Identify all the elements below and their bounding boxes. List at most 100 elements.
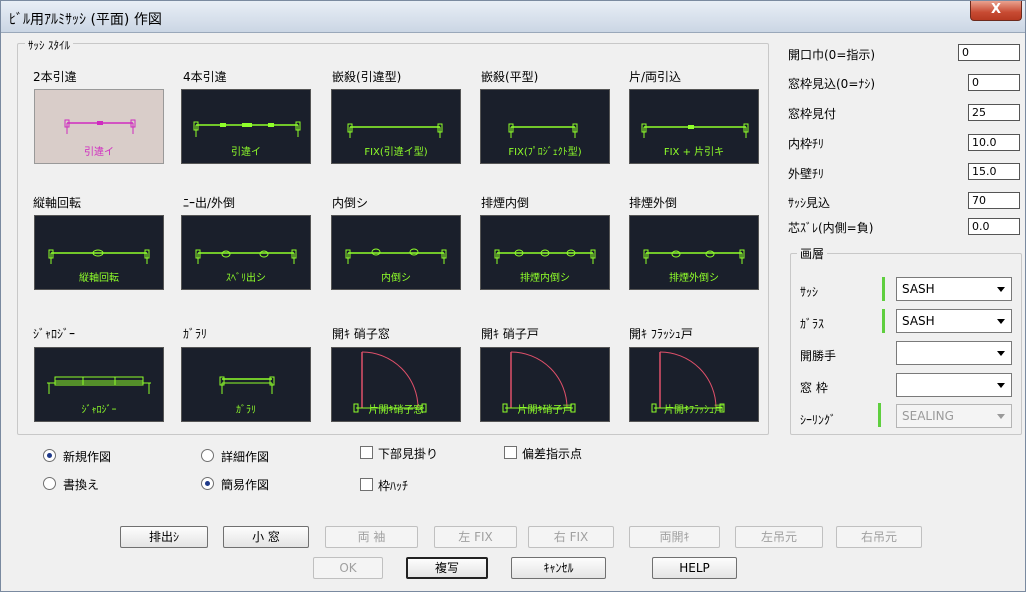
layer-window-frame-select[interactable] xyxy=(896,373,1012,397)
chevron-down-icon xyxy=(997,414,1005,419)
left-hinge-button[interactable]: 左吊元 xyxy=(735,526,823,548)
frame-face-label: 窓枠見付 xyxy=(788,107,837,121)
cancel-button[interactable]: ｷｬﾝｾﾙ xyxy=(511,557,606,579)
tile-uchidaoshi[interactable]: 内倒シ xyxy=(331,215,461,290)
inner-reveal-input[interactable]: 10.0 xyxy=(968,134,1020,151)
tile-caption: ｼﾞｬﾛｼﾞｰ xyxy=(81,405,117,416)
frame-face-input[interactable]: 25 xyxy=(968,104,1020,121)
tile-tatejiku-kaiten[interactable]: 縦軸回転 xyxy=(34,215,164,290)
tile-label-hamegoroshi-hira: 嵌殺(平型) xyxy=(481,70,539,84)
both-sleeves-button[interactable]: 両 袖 xyxy=(325,526,418,548)
window-title: ﾋﾞﾙ用ｱﾙﾐｻｯｼ (平面) 作図 xyxy=(9,12,162,28)
checkbox-icon xyxy=(360,478,373,491)
opening-width-input[interactable]: 0 xyxy=(958,44,1020,61)
copy-button[interactable]: 複写 xyxy=(406,557,488,579)
smoke-vent-button[interactable]: 排出ｼ xyxy=(120,526,208,548)
double-open-button[interactable]: 両開ｷ xyxy=(629,526,720,548)
outer-wall-reveal-input[interactable]: 15.0 xyxy=(968,163,1020,180)
close-icon: X xyxy=(990,2,1002,17)
sash-style-legend: ｻｯｼ ｽﾀｲﾙ xyxy=(25,37,73,53)
chevron-down-icon xyxy=(997,287,1005,292)
dialog-window: ﾋﾞﾙ用ｱﾙﾐｻｯｼ (平面) 作図 X ｻｯｼ ｽﾀｲﾙ 2本引違 4本引違 … xyxy=(0,0,1026,592)
tile-glass-door[interactable]: 片開ｷ硝子戸 xyxy=(480,347,610,422)
tile-haien-sotodaoshi[interactable]: 排煙外倒シ xyxy=(629,215,759,290)
offset-point-label: 偏差指示点 xyxy=(522,447,583,461)
tile-hamegoroshi-hira[interactable]: FIX(ﾌﾟﾛｼﾞｪｸﾄ型) xyxy=(480,89,610,164)
tile-label-haien-sotodaoshi: 排煙外倒 xyxy=(629,196,678,210)
tile-label-2hon-hikichigai: 2本引違 xyxy=(33,70,77,84)
layer-window-frame-label: 窓 枠 xyxy=(800,381,828,395)
left-fix-button[interactable]: 左 FIX xyxy=(434,526,517,548)
tile-caption: 排煙外倒シ xyxy=(669,273,719,284)
tile-hamegoroshi-hikichigai[interactable]: FIX(引違イ型) xyxy=(331,89,461,164)
layer-handing-label: 開勝手 xyxy=(800,349,837,363)
tile-caption: 片開ｷﾌﾗｯｼｭ戸 xyxy=(664,405,724,416)
detail-draw-label: 詳細作図 xyxy=(221,450,270,464)
tile-caption: FIX(ﾌﾟﾛｼﾞｪｸﾄ型) xyxy=(508,147,582,158)
chevron-down-icon xyxy=(997,319,1005,324)
layer-glass-label: ｶﾞﾗｽ xyxy=(800,317,825,331)
outer-wall-reveal-label: 外壁ﾁﾘ xyxy=(788,167,825,181)
tile-gallery[interactable]: ｶﾞﾗﾘ xyxy=(181,347,311,422)
tile-haien-uchidaoshi[interactable]: 排煙内倒シ xyxy=(480,215,610,290)
layer-sash-color-bar xyxy=(882,277,885,301)
tile-suberidashi[interactable]: ｽﾍﾞﾘ出シ xyxy=(181,215,311,290)
checkbox-icon xyxy=(360,446,373,459)
layer-sash-value: SASH xyxy=(902,282,935,296)
right-hinge-button[interactable]: 右吊元 xyxy=(836,526,922,548)
tile-caption: FIX(引違イ型) xyxy=(364,147,428,158)
tile-caption: 排煙内倒シ xyxy=(520,273,570,284)
tile-label-glass-door: 開ｷ 硝子戸 xyxy=(481,327,539,341)
tile-label-4hon-hikichigai: 4本引違 xyxy=(183,70,227,84)
inner-reveal-label: 内枠ﾁﾘ xyxy=(788,137,825,151)
center-offset-label: 芯ｽﾞﾚ(内側=負) xyxy=(788,221,874,235)
tile-caption: ｶﾞﾗﾘ xyxy=(236,405,256,416)
radio-unselected-icon xyxy=(43,477,56,490)
rewrite-label: 書換え xyxy=(63,478,100,492)
tile-4hon-hikichigai[interactable]: 引違イ xyxy=(181,89,311,164)
ok-button[interactable]: OK xyxy=(313,557,383,579)
tile-jalousie[interactable]: ｼﾞｬﾛｼﾞｰ xyxy=(34,347,164,422)
lower-view-label: 下部見掛り xyxy=(378,447,439,461)
layer-handing-select[interactable] xyxy=(896,341,1012,365)
radio-selected-icon xyxy=(43,449,56,462)
frame-hatch-label: 枠ﾊｯﾁ xyxy=(378,479,409,493)
frame-depth-label: 窓枠見込(0=ﾅｼ) xyxy=(788,77,876,91)
tile-label-tatejiku-kaiten: 縦軸回転 xyxy=(33,196,82,210)
frame-depth-input[interactable]: 0 xyxy=(968,74,1020,91)
close-button[interactable]: X xyxy=(970,1,1022,21)
tile-label-glass-window: 開ｷ 硝子窓 xyxy=(332,327,390,341)
layer-sealing-color-bar xyxy=(878,403,881,427)
right-fix-button[interactable]: 右 FIX xyxy=(528,526,614,548)
tile-caption: 縦軸回転 xyxy=(79,273,119,284)
layer-glass-select[interactable]: SASH xyxy=(896,309,1012,333)
radio-selected-icon xyxy=(201,477,214,490)
tile-caption: 引違イ xyxy=(84,147,114,158)
sash-depth-input[interactable]: 70 xyxy=(968,192,1020,209)
tile-caption: 引違イ xyxy=(231,147,261,158)
tile-label-gallery: ｶﾞﾗﾘ xyxy=(183,327,208,341)
layer-sash-label: ｻｯｼ xyxy=(800,285,819,299)
layer-legend: 画層 xyxy=(797,245,828,262)
tile-caption: FIX + 片引キ xyxy=(663,147,725,158)
tile-label-flush-door: 開ｷ ﾌﾗｯｼｭ戸 xyxy=(629,327,693,341)
tile-caption: 片開ｷ硝子戸 xyxy=(517,405,573,416)
layer-sash-select[interactable]: SASH xyxy=(896,277,1012,301)
tile-2hon-hikichigai[interactable]: 引違イ xyxy=(34,89,164,164)
center-offset-input[interactable]: 0.0 xyxy=(968,218,1020,235)
layer-sealing-select[interactable]: SEALING xyxy=(896,404,1012,428)
tile-flush-door[interactable]: 片開ｷﾌﾗｯｼｭ戸 xyxy=(629,347,759,422)
tile-caption: ｽﾍﾞﾘ出シ xyxy=(226,273,266,284)
tile-glass-window[interactable]: 片開ｷ硝子窓 xyxy=(331,347,461,422)
layer-glass-color-bar xyxy=(882,309,885,333)
tile-label-hamegoroshi-hikichigai: 嵌殺(引違型) xyxy=(332,70,402,84)
layer-sealing-value: SEALING xyxy=(902,409,954,423)
tile-kata-ryo-hikikomi[interactable]: FIX + 片引キ xyxy=(629,89,759,164)
new-draw-label: 新規作図 xyxy=(63,450,112,464)
layer-glass-value: SASH xyxy=(902,314,935,328)
small-window-button[interactable]: 小 窓 xyxy=(223,526,309,548)
help-button[interactable]: HELP xyxy=(652,557,737,579)
simple-draw-label: 簡易作図 xyxy=(221,478,270,492)
chevron-down-icon xyxy=(997,383,1005,388)
opening-width-label: 開口巾(0=指示) xyxy=(788,48,876,62)
